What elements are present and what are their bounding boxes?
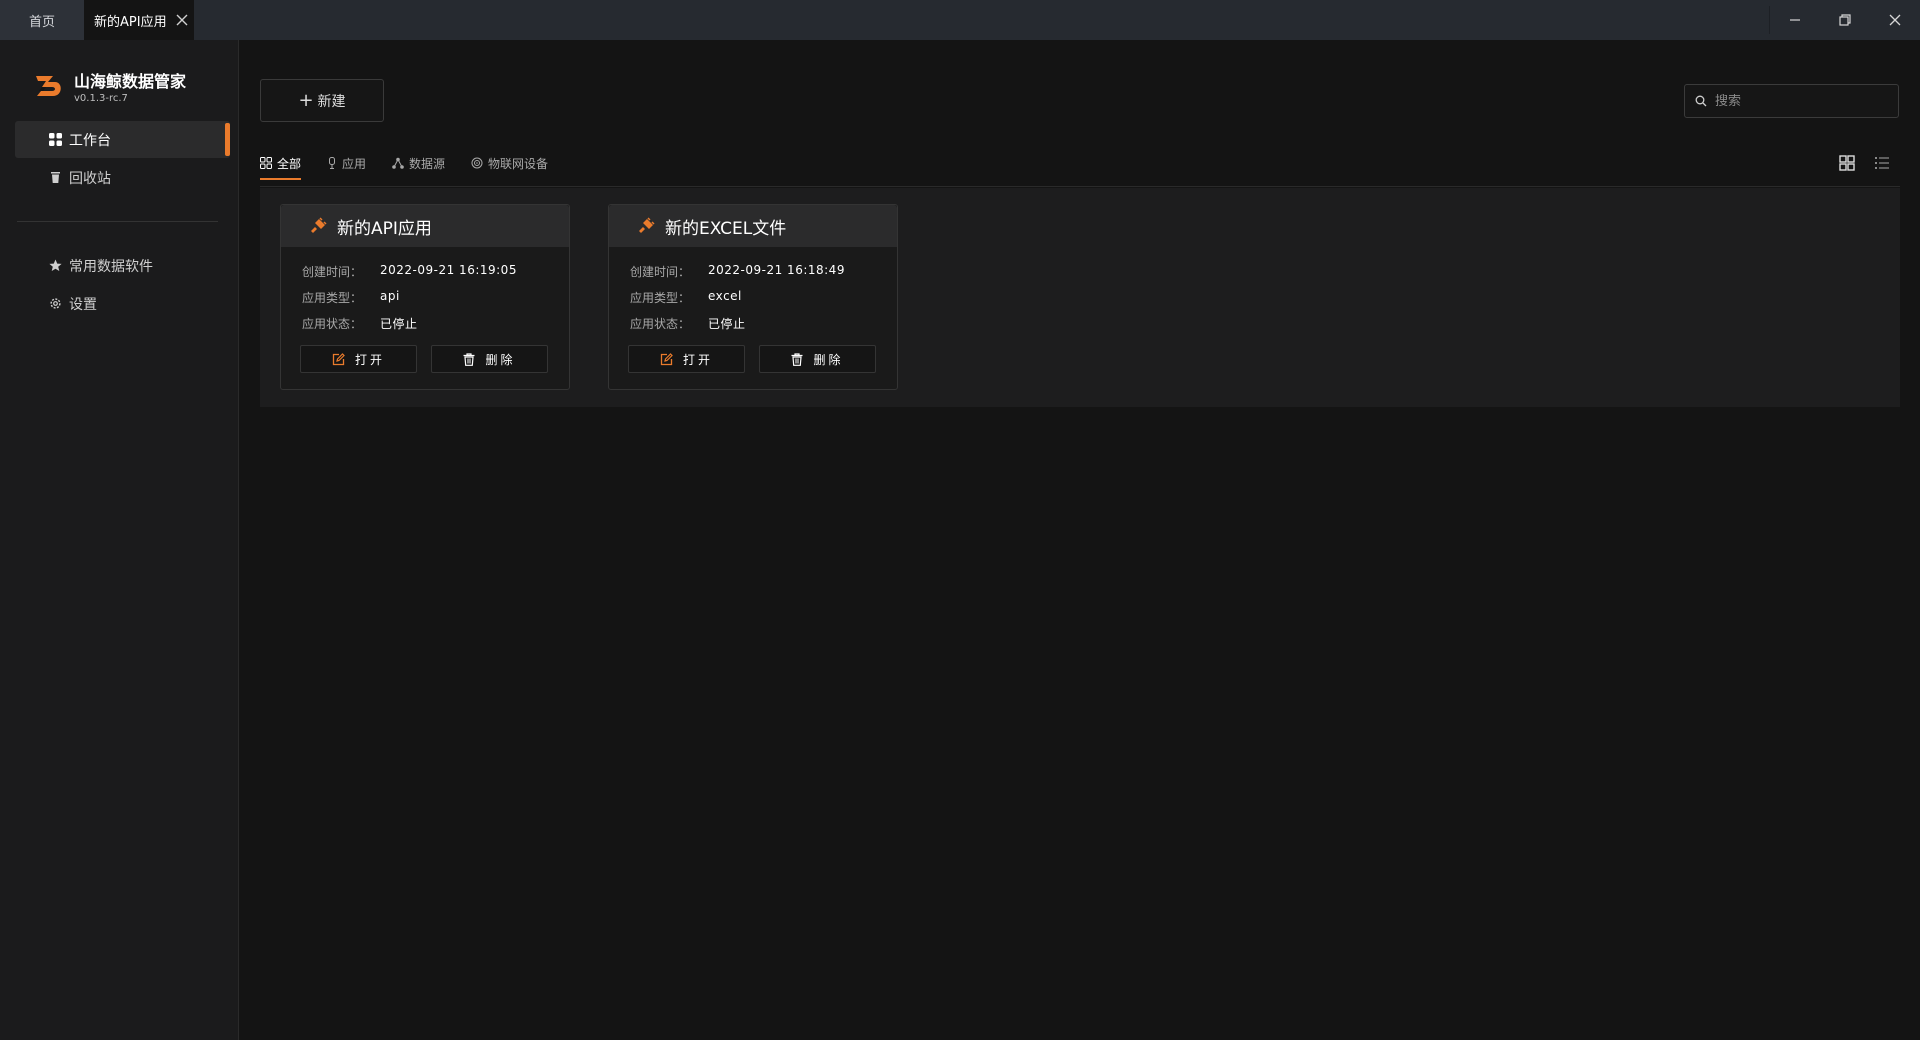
tab-home-label: 首页 bbox=[28, 14, 55, 30]
tab-apps[interactable]: 应用 bbox=[327, 148, 366, 178]
sidebar-item-workbench[interactable]: 工作台 bbox=[15, 121, 230, 158]
cards-area: 新的API应用 创建时间： 2022-09-21 16:19:05 应用类型： … bbox=[260, 188, 1900, 407]
delete-button-label: 删除 bbox=[485, 352, 516, 367]
window-controls bbox=[1770, 0, 1920, 40]
edit-icon bbox=[660, 352, 673, 365]
sidebar-item-settings[interactable]: 设置 bbox=[15, 285, 230, 322]
card-header: 新的API应用 bbox=[281, 205, 569, 247]
gear-icon bbox=[50, 298, 61, 309]
list-view-button[interactable] bbox=[1873, 154, 1891, 172]
edit-icon bbox=[332, 352, 345, 365]
restore-icon bbox=[1839, 14, 1851, 26]
new-button[interactable]: + 新建 bbox=[260, 79, 384, 122]
sidebar-item-recycle-bin[interactable]: 回收站 bbox=[15, 159, 230, 196]
card-type-value: api bbox=[380, 289, 400, 303]
grid-view-button[interactable] bbox=[1838, 154, 1856, 172]
card-type-value: excel bbox=[708, 289, 742, 303]
open-button[interactable]: 打开 bbox=[300, 345, 417, 373]
datasource-icon bbox=[392, 157, 404, 169]
tab-iot-devices[interactable]: 物联网设备 bbox=[471, 148, 548, 178]
app-name: 山海鲸数据管家 bbox=[74, 72, 187, 91]
grid-icon bbox=[49, 133, 62, 146]
sidebar-item-common-software[interactable]: 常用数据软件 bbox=[15, 247, 230, 284]
card-status-value: 已停止 bbox=[708, 317, 746, 331]
open-button-label: 打开 bbox=[354, 352, 385, 367]
star-icon bbox=[49, 259, 62, 271]
card-created-value: 2022-09-21 16:18:49 bbox=[708, 263, 845, 277]
sidebar-item-label: 常用数据软件 bbox=[69, 258, 153, 275]
tab-datasources-label: 数据源 bbox=[409, 156, 446, 171]
tabs-divider bbox=[260, 186, 1900, 187]
new-button-label: 新建 bbox=[317, 93, 346, 110]
logo-icon bbox=[33, 68, 67, 102]
title-bar: 首页 新的API应用 bbox=[0, 0, 1920, 40]
card-header: 新的EXCEL文件 bbox=[609, 205, 897, 247]
card-title: 新的EXCEL文件 bbox=[665, 218, 787, 239]
grid-view-icon bbox=[1839, 155, 1855, 171]
sidebar-item-label: 工作台 bbox=[69, 132, 111, 149]
sidebar-item-label: 设置 bbox=[69, 296, 97, 313]
tab-close-icon[interactable] bbox=[174, 12, 190, 28]
list-view-icon bbox=[1875, 157, 1889, 169]
plus-icon: + bbox=[298, 89, 314, 111]
card-field-type: 应用类型： excel bbox=[630, 289, 742, 305]
connector-icon bbox=[311, 217, 327, 233]
app-icon bbox=[329, 157, 336, 169]
trash-icon bbox=[791, 352, 803, 366]
app-card[interactable]: 新的API应用 创建时间： 2022-09-21 16:19:05 应用类型： … bbox=[280, 204, 570, 390]
trash-icon bbox=[51, 172, 60, 183]
search-icon bbox=[1695, 95, 1707, 107]
card-field-created: 创建时间： 2022-09-21 16:19:05 bbox=[302, 263, 517, 279]
sidebar: 山海鲸数据管家 v0.1.3-rc.7 工作台 回收站 常用数据软件 设置 bbox=[0, 40, 239, 1040]
card-created-value: 2022-09-21 16:19:05 bbox=[380, 263, 517, 277]
search-input[interactable] bbox=[1715, 93, 1885, 109]
tab-all-label: 全部 bbox=[277, 156, 302, 171]
minimize-icon bbox=[1790, 19, 1800, 21]
open-button-label: 打开 bbox=[682, 352, 713, 367]
restore-button[interactable] bbox=[1820, 0, 1870, 40]
close-window-button[interactable] bbox=[1870, 0, 1920, 40]
sidebar-item-label: 回收站 bbox=[69, 170, 111, 187]
card-title: 新的API应用 bbox=[337, 218, 432, 239]
tab-apps-label: 应用 bbox=[342, 156, 367, 171]
minimize-button[interactable] bbox=[1770, 0, 1820, 40]
app-version: v0.1.3-rc.7 bbox=[74, 93, 128, 104]
card-field-status: 应用状态： 已停止 bbox=[630, 317, 746, 331]
delete-button[interactable]: 删除 bbox=[431, 345, 548, 373]
filter-tabs: 全部 应用 数据源 物联网设备 bbox=[260, 148, 574, 180]
tab-api-app-label: 新的API应用 bbox=[94, 14, 167, 30]
delete-button-label: 删除 bbox=[813, 352, 844, 367]
connector-icon bbox=[639, 217, 655, 233]
search-box[interactable] bbox=[1684, 84, 1899, 118]
tab-api-app[interactable]: 新的API应用 bbox=[84, 0, 194, 40]
grid-icon bbox=[260, 157, 272, 169]
sidebar-divider bbox=[17, 221, 218, 222]
tab-datasources[interactable]: 数据源 bbox=[392, 148, 445, 178]
tab-all[interactable]: 全部 bbox=[260, 148, 302, 180]
card-field-created: 创建时间： 2022-09-21 16:18:49 bbox=[630, 263, 845, 279]
tab-iot-devices-label: 物联网设备 bbox=[488, 156, 549, 171]
tab-home[interactable]: 首页 bbox=[0, 0, 84, 40]
card-field-status: 应用状态： 已停止 bbox=[302, 317, 418, 331]
delete-button[interactable]: 删除 bbox=[759, 345, 876, 373]
open-button[interactable]: 打开 bbox=[628, 345, 745, 373]
iot-icon bbox=[471, 157, 483, 169]
app-card[interactable]: 新的EXCEL文件 创建时间： 2022-09-21 16:18:49 应用类型… bbox=[608, 204, 898, 390]
card-status-value: 已停止 bbox=[380, 317, 418, 331]
trash-icon bbox=[463, 352, 475, 366]
card-field-type: 应用类型： api bbox=[302, 289, 400, 305]
close-icon bbox=[1889, 14, 1901, 26]
